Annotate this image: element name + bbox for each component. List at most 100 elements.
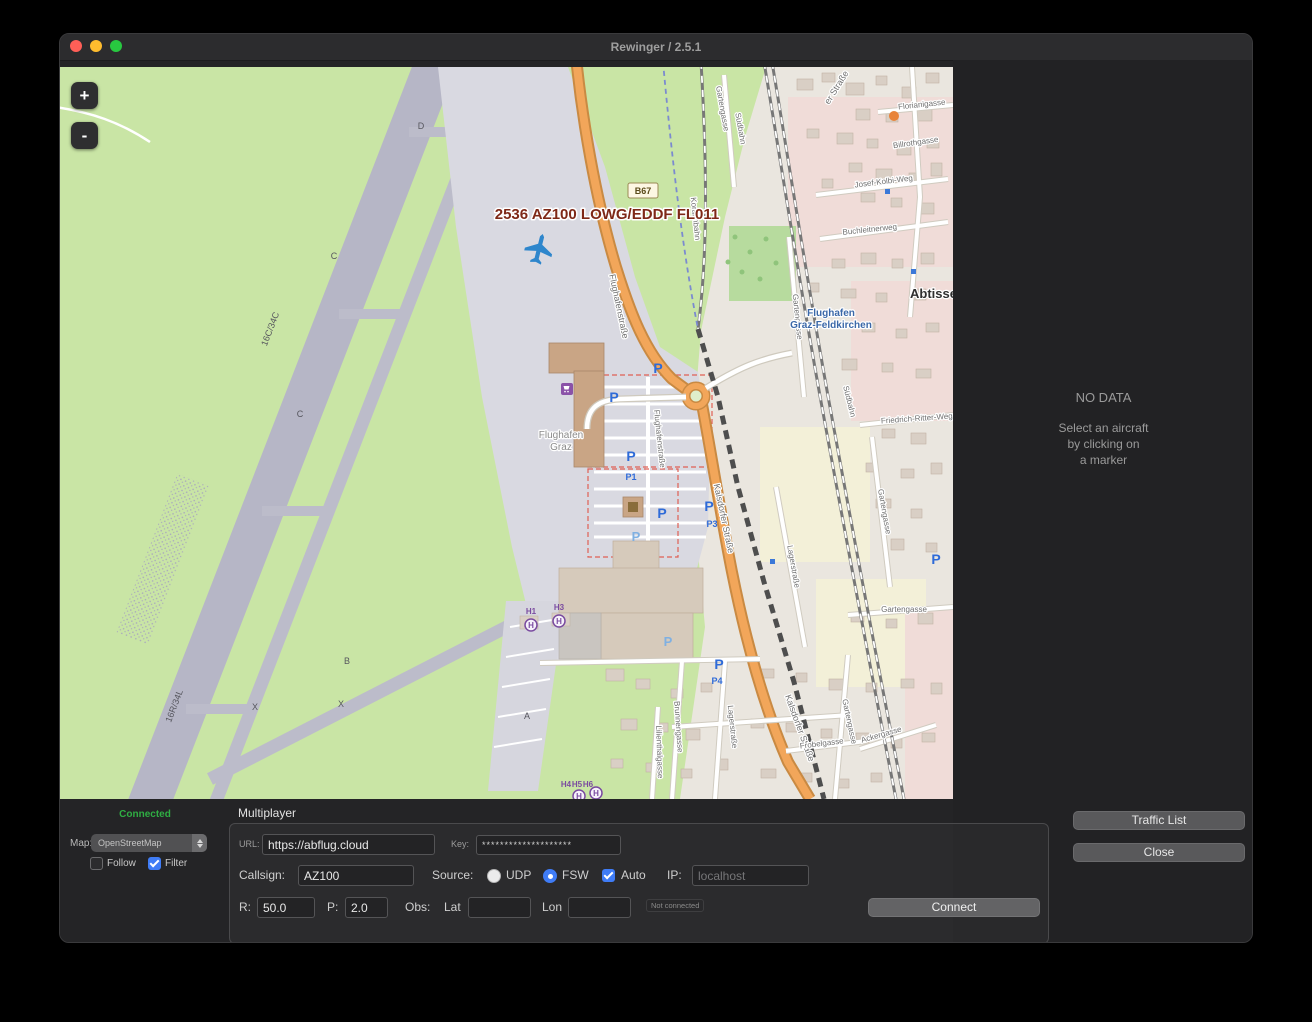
route-badge-b67: B67 xyxy=(628,183,658,198)
svg-text:H5: H5 xyxy=(572,780,583,789)
svg-text:P: P xyxy=(626,448,635,464)
p-input[interactable] xyxy=(345,897,388,918)
svg-text:P: P xyxy=(704,498,713,514)
key-label: Key: xyxy=(451,839,469,849)
svg-text:P4: P4 xyxy=(711,676,722,686)
svg-text:H4: H4 xyxy=(561,780,572,789)
map-provider-dropdown[interactable]: OpenStreetMap xyxy=(91,834,207,852)
shopping-cart-icon xyxy=(561,383,573,395)
map-canvas: B67 Flughafenstraße Flughafenstraße Kals… xyxy=(60,67,953,799)
hint-line-1: Select an aircraft xyxy=(953,420,1253,436)
map-view[interactable]: B67 Flughafenstraße Flughafenstraße Kals… xyxy=(60,67,953,799)
no-data-text: NO DATA xyxy=(953,390,1253,405)
callsign-input[interactable] xyxy=(298,865,414,886)
svg-text:Lilienthalgasse: Lilienthalgasse xyxy=(654,725,665,779)
close-window-button[interactable] xyxy=(70,40,82,52)
map-provider-value: OpenStreetMap xyxy=(91,838,192,848)
lat-input[interactable] xyxy=(468,897,531,918)
map-select-label: Map: xyxy=(70,838,92,849)
svg-text:Gartengasse: Gartengasse xyxy=(881,605,927,614)
auto-checkbox[interactable] xyxy=(602,869,615,882)
url-label: URL: xyxy=(239,839,260,849)
filter-label: Filter xyxy=(165,858,187,869)
svg-text:H6: H6 xyxy=(583,780,594,789)
map-park xyxy=(729,226,796,301)
svg-text:P: P xyxy=(664,634,673,649)
fsw-label: FSW xyxy=(562,868,589,882)
hint-line-2: by clicking on xyxy=(953,436,1253,452)
not-connected-badge: Not connected xyxy=(646,899,704,912)
follow-checkbox[interactable] xyxy=(90,857,103,870)
p-label: P: xyxy=(327,900,338,914)
ip-input[interactable] xyxy=(692,865,809,886)
r-input[interactable] xyxy=(257,897,315,918)
svg-text:C: C xyxy=(297,409,304,419)
callsign-label: Callsign: xyxy=(239,868,285,882)
fullscreen-window-button[interactable] xyxy=(110,40,122,52)
udp-radio[interactable] xyxy=(487,869,501,883)
hint-line-3: a marker xyxy=(953,452,1253,468)
svg-text:H3: H3 xyxy=(554,603,565,612)
svg-text:A: A xyxy=(524,711,530,721)
svg-text:X: X xyxy=(338,699,344,709)
zoom-in-button[interactable]: + xyxy=(71,82,98,109)
map-retail-zone-3 xyxy=(905,607,953,799)
r-label: R: xyxy=(239,900,251,914)
svg-text:P: P xyxy=(632,529,641,544)
source-label: Source: xyxy=(432,868,473,882)
traffic-list-button[interactable]: Traffic List xyxy=(1073,811,1245,830)
svg-text:Abtissendorf: Abtissendorf xyxy=(910,286,953,301)
svg-text:H: H xyxy=(556,617,562,626)
zoom-out-button[interactable]: - xyxy=(71,122,98,149)
aircraft-label: 2536 AZ100 LOWG/EDDF FL011 xyxy=(495,206,720,223)
map-retail-zone-2 xyxy=(851,281,953,421)
connection-status: Connected xyxy=(100,809,190,820)
url-input[interactable] xyxy=(262,834,435,855)
connect-button[interactable]: Connect xyxy=(868,898,1040,917)
traffic-lights xyxy=(70,40,122,52)
svg-text:B: B xyxy=(344,656,350,666)
selection-hint: Select an aircraft by clicking on a mark… xyxy=(953,420,1253,468)
udp-label: UDP xyxy=(506,868,531,882)
svg-text:Graz-Feldkirchen: Graz-Feldkirchen xyxy=(790,320,872,331)
multiplayer-group-title: Multiplayer xyxy=(238,806,296,820)
svg-text:Flughafen: Flughafen xyxy=(539,430,583,441)
window-title: Rewinger / 2.5.1 xyxy=(611,40,702,54)
svg-text:C: C xyxy=(331,251,338,261)
auto-label: Auto xyxy=(621,868,646,882)
dropdown-stepper-icon xyxy=(192,834,207,852)
filter-checkbox[interactable] xyxy=(148,857,161,870)
lat-label: Lat xyxy=(444,900,461,914)
fsw-radio[interactable] xyxy=(543,869,557,883)
svg-text:Graz: Graz xyxy=(550,442,572,453)
obs-label: Obs: xyxy=(405,900,430,914)
svg-text:B67: B67 xyxy=(635,186,652,196)
close-button[interactable]: Close xyxy=(1073,843,1245,862)
bottom-bar: Connected Map: OpenStreetMap Follow Filt… xyxy=(60,799,953,943)
desktop-background: Rewinger / 2.5.1 xyxy=(0,0,1312,1022)
svg-text:H: H xyxy=(528,621,534,630)
follow-label: Follow xyxy=(107,858,136,869)
svg-text:P: P xyxy=(931,551,940,567)
titlebar[interactable]: Rewinger / 2.5.1 xyxy=(60,34,1252,61)
svg-text:D: D xyxy=(418,121,425,131)
svg-text:P: P xyxy=(653,360,662,376)
lon-label: Lon xyxy=(542,900,562,914)
fire-station-icon xyxy=(889,111,899,121)
svg-text:H: H xyxy=(576,792,582,799)
svg-text:H: H xyxy=(593,789,599,798)
minimize-window-button[interactable] xyxy=(90,40,102,52)
lon-input[interactable] xyxy=(568,897,631,918)
svg-text:P: P xyxy=(609,389,618,405)
svg-text:P: P xyxy=(714,656,723,672)
key-input[interactable] xyxy=(476,835,621,855)
svg-text:Flughafen: Flughafen xyxy=(807,308,855,319)
ip-label: IP: xyxy=(667,868,682,882)
detail-panel: NO DATA Select an aircraft by clicking o… xyxy=(953,60,1253,943)
svg-text:P3: P3 xyxy=(706,519,717,529)
svg-text:X: X xyxy=(252,702,258,712)
app-window: Rewinger / 2.5.1 xyxy=(59,33,1253,943)
multiplayer-groupbox: URL: Key: Callsign: Source: UDP FSW Auto… xyxy=(229,823,1049,943)
svg-text:P1: P1 xyxy=(625,472,636,482)
svg-text:P: P xyxy=(657,505,666,521)
